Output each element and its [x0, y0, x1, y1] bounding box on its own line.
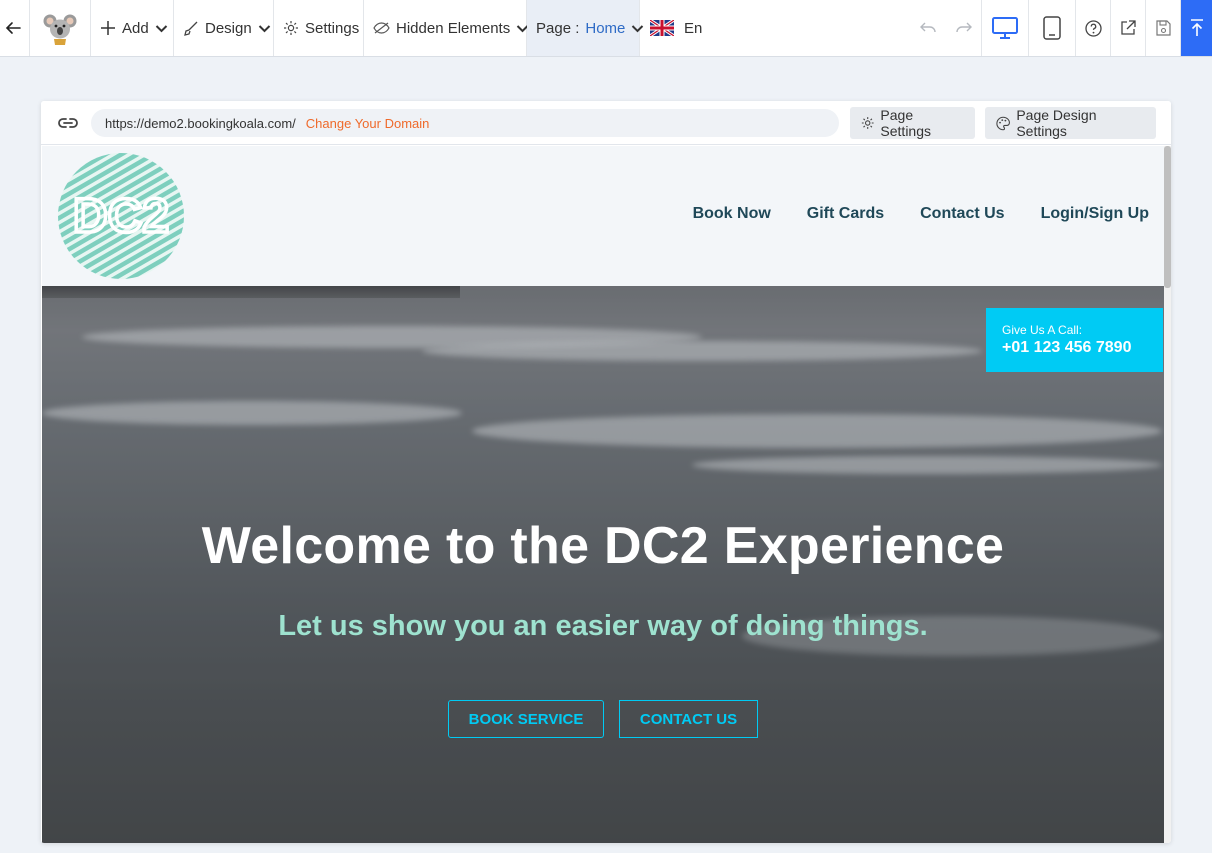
call-us-box[interactable]: Give Us A Call: +01 123 456 7890 [986, 308, 1163, 372]
save-icon [1155, 20, 1171, 36]
gear-icon [861, 117, 874, 129]
external-link-icon [1121, 20, 1136, 35]
gear-icon [284, 21, 298, 35]
brush-icon [184, 21, 198, 36]
chevron-down-icon [155, 24, 167, 32]
page-settings-button[interactable]: Page Settings [850, 107, 975, 139]
editor-toolbar: Add Design Settings Hidden Elements Page… [0, 0, 1212, 57]
nav-gift-cards[interactable]: Gift Cards [807, 205, 884, 223]
design-label: Design [205, 19, 252, 37]
preview-url-bar: https://demo2.bookingkoala.com/ Change Y… [41, 101, 1171, 145]
dc2-logo[interactable]: DC2 [57, 152, 185, 280]
hidden-elements-label: Hidden Elements [396, 19, 511, 37]
scrollbar-thumb[interactable] [1164, 146, 1171, 288]
settings-label: Settings [305, 19, 360, 37]
hidden-elements-menu[interactable]: Hidden Elements [364, 0, 529, 56]
add-menu[interactable]: Add [91, 0, 174, 56]
desktop-icon [992, 17, 1018, 39]
preview-scrollbar[interactable] [1164, 146, 1171, 843]
tablet-icon [1043, 16, 1061, 40]
site-header: DC2 Book Now Gift Cards Contact Us Login… [42, 146, 1164, 286]
page-design-settings-label: Page Design Settings [1016, 107, 1097, 139]
nav-contact-us[interactable]: Contact Us [920, 205, 1004, 223]
undo-icon [920, 22, 936, 33]
undo-button[interactable] [910, 0, 946, 56]
open-external-button[interactable] [1111, 0, 1146, 56]
plus-icon [101, 21, 115, 35]
settings-menu[interactable]: Settings [274, 0, 364, 56]
link-icon [58, 118, 78, 128]
language-label: En [684, 19, 703, 37]
logo-text: DC2 [73, 190, 169, 243]
main-nav: Book Now Gift Cards Contact Us Login/Sig… [693, 205, 1164, 223]
question-circle-icon [1084, 19, 1102, 37]
help-button[interactable] [1076, 0, 1111, 56]
back-button[interactable] [0, 0, 30, 56]
page-preview-frame: https://demo2.bookingkoala.com/ Change Y… [41, 101, 1171, 843]
chevron-down-icon [258, 24, 270, 32]
page-settings-label: Page Settings [880, 107, 932, 139]
nav-book-now[interactable]: Book Now [693, 205, 771, 223]
page-label: Page : [536, 19, 580, 37]
redo-button[interactable] [946, 0, 982, 56]
desktop-view-button[interactable] [982, 0, 1029, 56]
redo-icon [955, 22, 972, 33]
hero-subtitle: Let us show you an easier way of doing t… [278, 610, 928, 642]
page-value: Home [585, 19, 626, 37]
add-label: Add [122, 19, 149, 37]
uk-flag-icon [650, 20, 674, 36]
design-menu[interactable]: Design [174, 0, 274, 56]
bookingkoala-logo[interactable] [30, 0, 91, 56]
hero-title: Welcome to the DC2 Experience [201, 517, 1005, 575]
page-design-settings-button[interactable]: Page Design Settings [985, 107, 1156, 139]
book-service-button[interactable]: BOOK SERVICE [448, 700, 604, 738]
phone-number: +01 123 456 7890 [1002, 339, 1132, 356]
upload-icon [1190, 19, 1203, 36]
koala-logo-icon [43, 14, 77, 45]
call-label: Give Us A Call: [1002, 323, 1083, 337]
nav-login-signup[interactable]: Login/Sign Up [1041, 205, 1149, 223]
contact-us-button[interactable]: CONTACT US [619, 700, 758, 738]
tablet-view-button[interactable] [1029, 0, 1076, 56]
change-domain-link[interactable]: Change Your Domain [306, 116, 430, 131]
site-url: https://demo2.bookingkoala.com/ [105, 115, 296, 131]
language-selector[interactable]: En [640, 0, 711, 56]
domain-field: https://demo2.bookingkoala.com/ Change Y… [91, 109, 839, 137]
arrow-left-icon [5, 22, 21, 34]
eye-slash-icon [373, 22, 390, 34]
palette-icon [996, 116, 1010, 130]
page-selector[interactable]: Page : Home [527, 0, 644, 56]
save-button[interactable] [1146, 0, 1181, 56]
hero-section: Give Us A Call: +01 123 456 7890 Welcome… [42, 286, 1164, 843]
publish-button[interactable] [1181, 0, 1212, 56]
